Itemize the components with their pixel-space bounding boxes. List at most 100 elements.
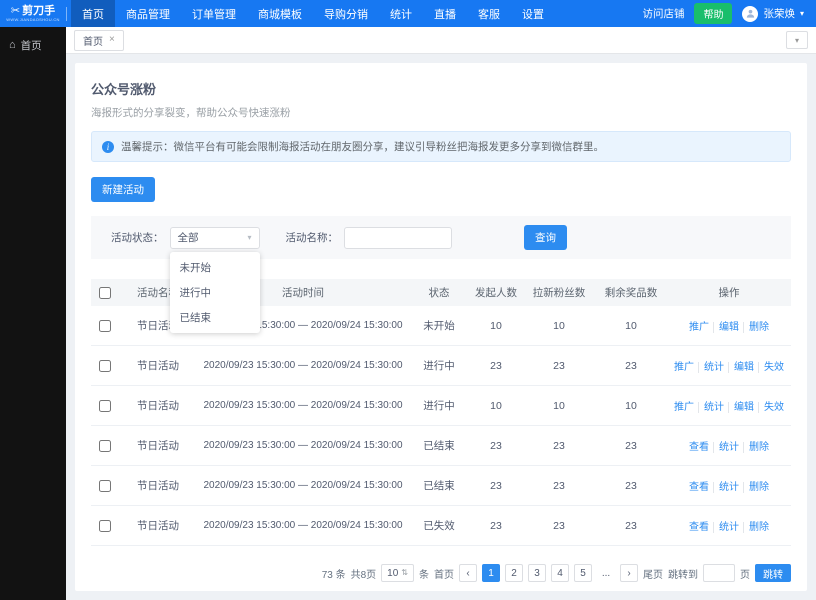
row-checkbox[interactable] (99, 399, 111, 412)
user-menu[interactable]: 张荣焕 ▾ (742, 5, 804, 22)
jump-button[interactable]: 跳转 (755, 564, 791, 582)
nav-item-templates[interactable]: 商城模板 (247, 0, 313, 27)
jump-page-input[interactable] (703, 564, 735, 582)
page-button-3[interactable]: 3 (528, 564, 546, 582)
nav-item-service[interactable]: 客服 (467, 0, 511, 27)
cell-actions: 查看 统计 删除 (667, 505, 791, 546)
cell-time: 2020/09/23 15:30:00 — 2020/09/24 15:30:0… (197, 385, 409, 426)
cell-prizes: 10 (595, 385, 667, 426)
action-view[interactable]: 查看 (689, 442, 709, 453)
action-delete[interactable]: 删除 (743, 482, 769, 493)
cell-new-fans: 23 (523, 345, 595, 386)
pagination-total: 73 条 (321, 569, 346, 581)
visit-shop-link[interactable]: 访问店铺 (642, 6, 684, 21)
action-stats[interactable]: 统计 (713, 522, 739, 533)
row-checkbox[interactable] (99, 519, 111, 532)
cell-new-fans: 23 (523, 425, 595, 466)
last-page-link[interactable]: 尾页 (643, 566, 663, 581)
cell-prizes: 23 (595, 425, 667, 466)
page-subtitle: 海报形式的分享裂变，帮助公众号快速涨粉 (91, 107, 291, 119)
cell-initiators: 23 (469, 425, 523, 466)
cell-prizes: 23 (595, 465, 667, 506)
cell-new-fans: 10 (523, 385, 595, 426)
search-button[interactable]: 查询 (524, 225, 567, 250)
select-all-checkbox[interactable] (99, 286, 111, 299)
row-checkbox[interactable] (99, 439, 111, 452)
status-option-in-progress[interactable]: 进行中 (170, 280, 260, 305)
status-filter-label: 活动状态： (111, 232, 164, 244)
action-delete[interactable]: 删除 (743, 522, 769, 533)
page-button-5[interactable]: 5 (574, 564, 592, 582)
row-checkbox[interactable] (99, 359, 111, 372)
page-button-1[interactable]: 1 (482, 564, 500, 582)
prev-page-button[interactable]: ‹ (459, 564, 477, 582)
nav-item-live[interactable]: 直播 (423, 0, 467, 27)
action-stats[interactable]: 统计 (713, 482, 739, 493)
status-option-ended[interactable]: 已结束 (170, 305, 260, 330)
tab-home[interactable]: 首页 × (74, 29, 124, 51)
nav-item-orders[interactable]: 订单管理 (181, 0, 247, 27)
action-delete[interactable]: 删除 (743, 322, 769, 333)
action-stats[interactable]: 统计 (698, 362, 724, 373)
table-row: 节日活动 2020/09/23 15:30:00 — 2020/09/24 15… (91, 505, 791, 546)
action-promote[interactable]: 推广 (674, 362, 694, 373)
page-button-2[interactable]: 2 (505, 564, 523, 582)
next-page-button[interactable]: › (620, 564, 638, 582)
page-title: 公众号涨粉 (91, 82, 157, 97)
nav-item-settings[interactable]: 设置 (511, 0, 555, 27)
action-invalidate[interactable]: 失效 (758, 362, 784, 373)
cell-status: 未开始 (409, 306, 469, 346)
jump-label: 跳转到 (668, 569, 698, 581)
action-promote[interactable]: 推广 (674, 402, 694, 413)
action-view[interactable]: 查看 (689, 522, 709, 533)
alert-text: 温馨提示：微信平台有可能会限制海报活动在朋友圈分享，建议引导粉丝把海报发更多分享… (121, 141, 604, 153)
status-option-not-started[interactable]: 未开始 (170, 255, 260, 280)
user-name: 张荣焕 (763, 8, 795, 20)
cell-prizes: 23 (595, 505, 667, 546)
tab-list-menu-button[interactable]: ▾ (786, 31, 808, 49)
help-button[interactable]: 帮助 (694, 3, 733, 24)
action-invalidate[interactable]: 失效 (758, 402, 784, 413)
first-page-link[interactable]: 首页 (434, 566, 454, 581)
status-select[interactable]: 全部 ▾ (169, 226, 260, 249)
name-filter-label: 活动名称： (285, 232, 339, 244)
pagination-unit: 条 (419, 569, 429, 581)
user-avatar (742, 5, 759, 22)
cell-name: 节日活动 (119, 425, 197, 466)
sidebar-item-home[interactable]: ⌂ 首页 (0, 27, 66, 64)
status-select-value: 全部 (177, 232, 199, 244)
close-icon[interactable]: × (109, 35, 115, 45)
cell-actions: 查看 统计 删除 (667, 425, 791, 466)
activity-name-input[interactable] (344, 226, 452, 249)
row-checkbox[interactable] (99, 479, 111, 492)
col-actions: 操作 (667, 279, 791, 306)
pages-ellipsis: ... (601, 567, 611, 579)
action-view[interactable]: 查看 (689, 482, 709, 493)
nav-item-statistics[interactable]: 统计 (379, 0, 423, 27)
cell-name: 节日活动 (119, 345, 197, 386)
action-stats[interactable]: 统计 (698, 402, 724, 413)
nav-item-products[interactable]: 商品管理 (115, 0, 181, 27)
action-promote[interactable]: 推广 (689, 322, 709, 333)
action-edit[interactable]: 编辑 (728, 402, 754, 413)
page-size-select[interactable]: 10 ⇅ (381, 564, 414, 582)
nav-item-home[interactable]: 首页 (71, 0, 115, 27)
pagination-pages-total: 共8页 (350, 569, 377, 581)
table-row: 节日活动 2020/09/23 15:30:00 — 2020/09/24 15… (91, 465, 791, 506)
action-stats[interactable]: 统计 (713, 442, 739, 453)
new-activity-button[interactable]: 新建活动 (91, 177, 155, 202)
sidebar-item-label: 首页 (20, 40, 42, 52)
cell-initiators: 23 (469, 505, 523, 546)
action-edit[interactable]: 编辑 (728, 362, 754, 373)
navbar-right: 访问店铺 帮助 张荣焕 ▾ (642, 3, 816, 24)
col-prizes: 剩余奖品数 (595, 279, 667, 306)
chevron-left-icon: ‹ (466, 567, 470, 579)
row-checkbox[interactable] (99, 319, 111, 332)
nav-item-distribution[interactable]: 导购分销 (313, 0, 379, 27)
cell-time: 2020/09/23 15:30:00 — 2020/09/24 15:30:0… (197, 465, 409, 506)
action-edit[interactable]: 编辑 (713, 322, 739, 333)
page-button-4[interactable]: 4 (551, 564, 569, 582)
cell-actions: 查看 统计 删除 (667, 465, 791, 506)
action-delete[interactable]: 删除 (743, 442, 769, 453)
cell-time: 2020/09/23 15:30:00 — 2020/09/24 15:30:0… (197, 345, 409, 386)
